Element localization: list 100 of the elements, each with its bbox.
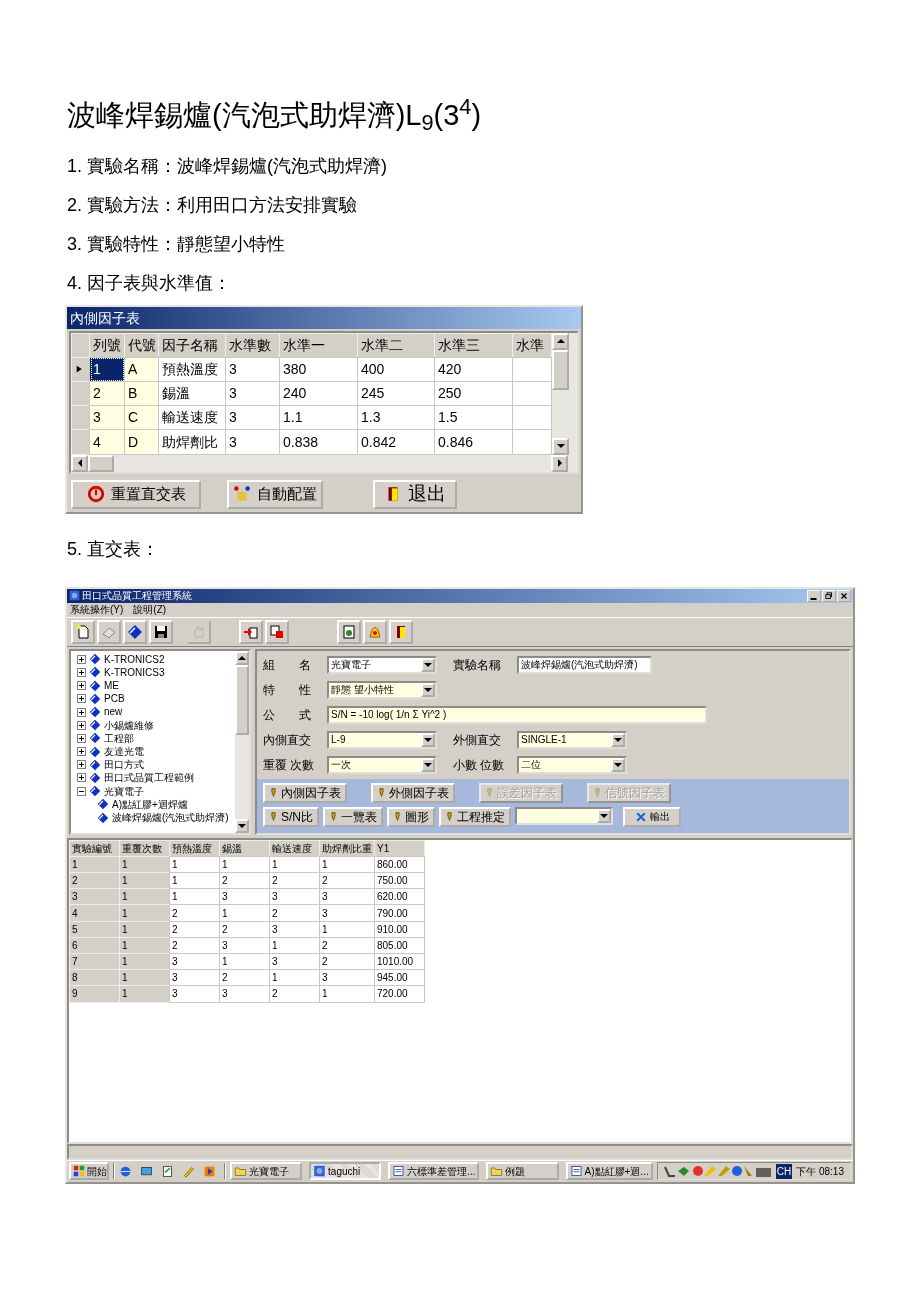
- dropdown-field[interactable]: 靜態 望小特性: [327, 680, 437, 699]
- dropdown-field[interactable]: [515, 806, 613, 825]
- table-cell[interactable]: 1: [169, 888, 220, 905]
- expand-toggle[interactable]: [77, 667, 86, 677]
- action-button[interactable]: S/N比: [263, 806, 319, 827]
- table-cell[interactable]: 1: [319, 985, 375, 1003]
- table-cell[interactable]: 0.846: [434, 429, 513, 455]
- dropdown-field[interactable]: 二位: [517, 755, 627, 774]
- table-cell[interactable]: 620.00: [374, 888, 425, 905]
- table-cell[interactable]: 3: [269, 921, 320, 938]
- expand-toggle[interactable]: [77, 707, 86, 717]
- table-cell[interactable]: 1: [269, 937, 320, 954]
- table-cell[interactable]: 2: [269, 985, 320, 1003]
- table-cell[interactable]: 2: [169, 937, 220, 954]
- tree-item[interactable]: new: [104, 705, 123, 719]
- tree-item[interactable]: 工程部: [104, 731, 134, 745]
- expand-toggle[interactable]: [77, 773, 86, 783]
- media-player-icon[interactable]: [203, 1164, 216, 1178]
- dropdown-field[interactable]: 一次: [327, 755, 437, 774]
- taskbar-button[interactable]: 光寶電子: [230, 1162, 303, 1181]
- tree-item[interactable]: A)點紅膠+迴焊爐: [112, 797, 188, 811]
- expand-toggle[interactable]: [77, 733, 86, 743]
- table-cell[interactable]: [512, 429, 552, 455]
- tree-item[interactable]: 波峰焊錫爐(汽泡式助焊濟): [112, 810, 229, 825]
- scroll-up-button[interactable]: [235, 650, 249, 665]
- table-cell[interactable]: 2: [219, 872, 270, 889]
- table-cell[interactable]: 250: [434, 381, 513, 406]
- tree-item[interactable]: 友達光電: [104, 745, 144, 759]
- tree-item[interactable]: 田口式品質工程範例: [104, 771, 194, 785]
- table-cell[interactable]: 1: [219, 904, 270, 922]
- exit-button[interactable]: 退出: [373, 479, 457, 509]
- dropdown-field[interactable]: 光寶電子: [327, 655, 437, 674]
- taskbar-button[interactable]: 六標準差管理...: [388, 1162, 480, 1181]
- table-cell[interactable]: 錫溫: [158, 381, 226, 406]
- table-cell[interactable]: 750.00: [374, 872, 425, 889]
- table-cell[interactable]: 3: [319, 888, 375, 905]
- dropdown-field[interactable]: L-9: [327, 730, 437, 749]
- table-cell[interactable]: 400: [357, 357, 435, 382]
- table-cell[interactable]: 2: [269, 904, 320, 922]
- tree-item[interactable]: 田口方式: [104, 758, 144, 772]
- taskbar-button[interactable]: 例題: [486, 1162, 559, 1181]
- table-cell[interactable]: 3: [219, 937, 270, 954]
- globe-icon[interactable]: [119, 1164, 132, 1178]
- table-cell[interactable]: 3: [169, 953, 220, 970]
- table-cell[interactable]: 1.5: [434, 405, 513, 430]
- table-cell[interactable]: 2: [219, 969, 270, 986]
- table-cell[interactable]: 1: [169, 856, 220, 873]
- table-cell[interactable]: 1010.00: [374, 953, 425, 970]
- table-cell[interactable]: 1.1: [279, 405, 358, 430]
- dialog-button[interactable]: 自動配置: [227, 479, 323, 509]
- desktop-icon[interactable]: [140, 1164, 153, 1178]
- table-cell[interactable]: 910.00: [374, 921, 425, 938]
- table-cell[interactable]: 3: [219, 985, 270, 1003]
- dropdown-field[interactable]: SINGLE-1: [517, 730, 627, 749]
- table-cell[interactable]: 2: [319, 953, 375, 970]
- action-button[interactable]: 內側因子表: [263, 782, 347, 803]
- action-button[interactable]: 一覽表: [323, 806, 383, 827]
- expand-toggle[interactable]: [77, 747, 86, 757]
- action-button[interactable]: 圖形: [387, 806, 435, 827]
- table-cell[interactable]: 1: [169, 872, 220, 889]
- table-cell[interactable]: 1: [269, 969, 320, 986]
- scroll-down-button[interactable]: [235, 818, 249, 833]
- table-cell[interactable]: 助焊劑比: [158, 429, 226, 455]
- table-cell[interactable]: 3: [269, 953, 320, 970]
- table-cell[interactable]: 245: [357, 381, 435, 406]
- table-cell[interactable]: [512, 357, 552, 382]
- table-cell[interactable]: 1: [219, 953, 270, 970]
- tree-item[interactable]: 小錫爐維修: [104, 718, 154, 732]
- input-field[interactable]: 波峰焊錫爐(汽泡式助焊濟): [517, 655, 652, 674]
- expand-toggle[interactable]: [77, 760, 86, 770]
- table-cell[interactable]: 3: [225, 381, 280, 406]
- table-cell[interactable]: 420: [434, 357, 513, 382]
- menu-item[interactable]: 系統操作(Y): [70, 602, 124, 617]
- menu-item[interactable]: 說明(Z): [133, 602, 167, 617]
- table-cell[interactable]: 790.00: [374, 904, 425, 922]
- minimize-button[interactable]: [807, 589, 821, 602]
- table-cell[interactable]: 805.00: [374, 937, 425, 954]
- action-button[interactable]: 工程推定: [439, 806, 511, 827]
- start-button[interactable]: 開始: [69, 1162, 109, 1181]
- table-cell[interactable]: 0.838: [279, 429, 358, 455]
- table-cell[interactable]: 2: [269, 872, 320, 889]
- scroll-thumb[interactable]: [235, 664, 249, 735]
- table-cell[interactable]: 2: [319, 872, 375, 889]
- language-indicator[interactable]: CH: [775, 1163, 793, 1179]
- table-cell[interactable]: 3: [319, 969, 375, 986]
- table-cell[interactable]: 2: [319, 937, 375, 954]
- table-cell[interactable]: 輸送速度: [158, 405, 226, 430]
- table-cell[interactable]: 2: [219, 921, 270, 938]
- expand-toggle[interactable]: [77, 694, 86, 704]
- table-cell[interactable]: 3: [225, 357, 280, 382]
- expand-toggle[interactable]: [77, 681, 86, 691]
- export-button[interactable]: 輸出: [623, 806, 681, 827]
- table-cell[interactable]: 945.00: [374, 969, 425, 986]
- table-cell[interactable]: 860.00: [374, 856, 425, 873]
- vertical-scrollbar[interactable]: [235, 650, 249, 833]
- table-cell[interactable]: 1.3: [357, 405, 435, 430]
- table-cell[interactable]: 2: [169, 921, 220, 938]
- scroll-down-button[interactable]: [552, 437, 569, 455]
- table-cell[interactable]: 1: [319, 921, 375, 938]
- scroll-thumb[interactable]: [552, 349, 569, 390]
